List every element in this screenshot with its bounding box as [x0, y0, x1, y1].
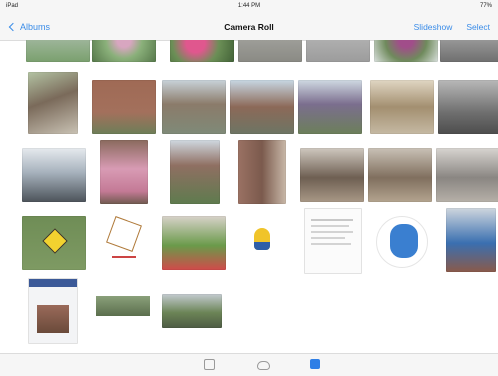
photo-thumbnail[interactable] [22, 216, 86, 270]
slideshow-button[interactable]: Slideshow [414, 22, 453, 32]
header-strip [29, 279, 77, 287]
photo-thumbnail[interactable] [230, 80, 294, 134]
photo-thumbnail[interactable] [300, 148, 364, 202]
character-thumbnail[interactable] [372, 210, 432, 272]
cloud-icon [256, 361, 270, 370]
status-time: 1:44 PM [237, 3, 261, 9]
photo-thumbnail[interactable] [170, 140, 220, 204]
screenshot-thumbnail[interactable] [28, 278, 78, 344]
status-bar: iPad 1:44 PM 77% [0, 0, 498, 14]
photo-grid [0, 40, 498, 352]
photo-thumbnail[interactable] [100, 140, 148, 204]
document-thumbnail[interactable] [304, 208, 362, 274]
photo-thumbnail[interactable] [306, 40, 370, 62]
character-thumbnail[interactable] [238, 216, 286, 270]
battery-level: 77% [479, 3, 492, 9]
tab-photos[interactable] [202, 359, 216, 371]
photo-thumbnail[interactable] [238, 40, 302, 62]
photo-thumbnail[interactable] [92, 80, 156, 134]
photo-thumbnail[interactable] [22, 148, 86, 202]
blue-monster-shape [390, 224, 418, 258]
albums-filled-icon [310, 359, 320, 369]
road-sign-shape [42, 228, 68, 254]
photo-thumbnail[interactable] [446, 208, 496, 272]
tab-bar [0, 353, 498, 376]
drawing-thumbnail[interactable] [100, 208, 148, 272]
video-frame [96, 296, 150, 316]
inner-photo [37, 305, 69, 333]
photo-thumbnail[interactable] [374, 40, 438, 62]
photo-thumbnail[interactable] [298, 80, 362, 134]
tab-shared[interactable] [256, 359, 270, 371]
select-button[interactable]: Select [466, 22, 490, 32]
photo-thumbnail[interactable] [440, 40, 498, 62]
photo-thumbnail[interactable] [436, 148, 498, 202]
photo-thumbnail[interactable] [162, 294, 222, 328]
photo-thumbnail[interactable] [26, 40, 90, 62]
photo-thumbnail[interactable] [92, 40, 156, 62]
minion-overalls-shape [254, 242, 270, 250]
photo-thumbnail[interactable] [370, 80, 434, 134]
photo-thumbnail[interactable] [438, 80, 498, 134]
video-thumbnail[interactable] [96, 280, 150, 330]
navigation-bar: Albums Camera Roll Slideshow Select [0, 14, 498, 41]
photo-thumbnail[interactable] [368, 148, 432, 202]
tab-albums[interactable] [308, 359, 322, 371]
sketch-line [112, 256, 136, 258]
photo-thumbnail[interactable] [162, 216, 226, 270]
photo-thumbnail[interactable] [162, 80, 226, 134]
photo-thumbnail[interactable] [170, 40, 234, 62]
photos-square-icon [203, 359, 215, 370]
photo-thumbnail[interactable] [28, 72, 78, 134]
kite-sketch-shape [106, 216, 142, 252]
photo-thumbnail[interactable] [238, 140, 286, 204]
